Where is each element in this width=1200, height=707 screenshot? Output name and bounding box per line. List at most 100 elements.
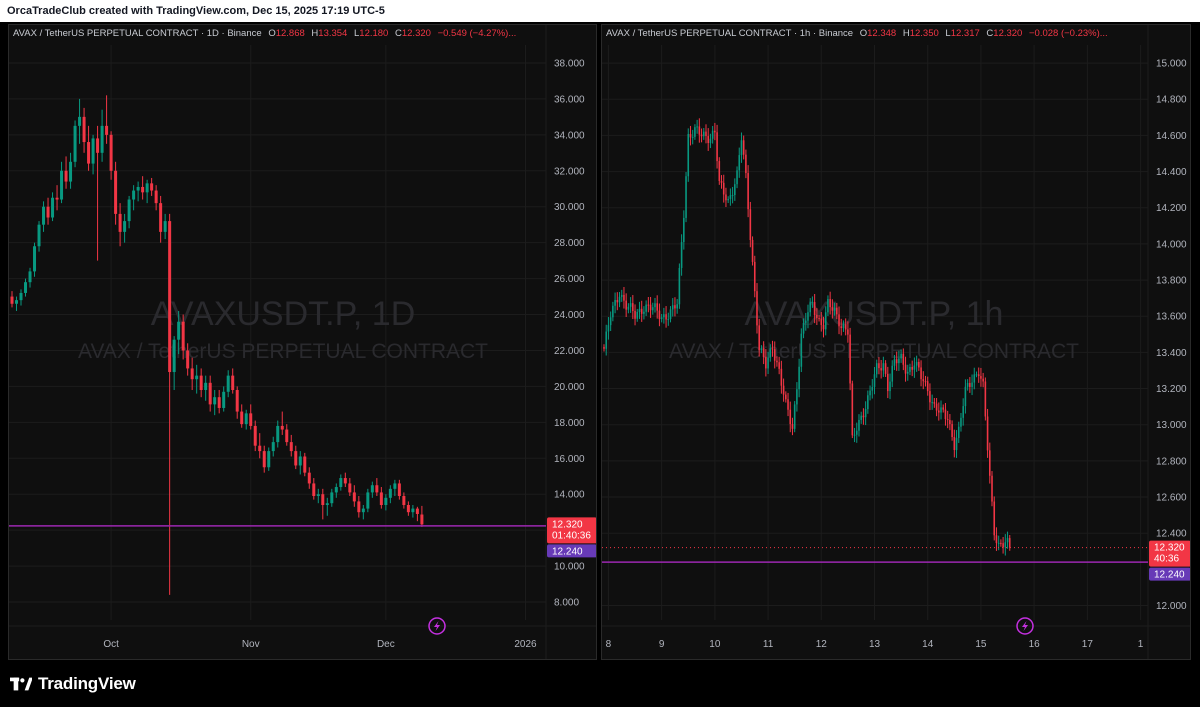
candle-body (776, 360, 778, 363)
y-tick-label: 12.800 (1156, 456, 1187, 467)
candle-body (698, 126, 701, 135)
change-value: −0.549 (−4.27%) (437, 28, 509, 39)
candle-body (627, 306, 630, 310)
brand-name: TradingView (38, 674, 136, 693)
candle-body (957, 426, 960, 438)
candle-body (132, 190, 136, 200)
candle-body (820, 318, 823, 325)
candle-body (325, 503, 329, 505)
candlestick-chart-daily[interactable]: 38.000 36.000 34.000 32.000 30.000 28.000 26.0… (9, 25, 597, 660)
candle-body (312, 483, 316, 497)
candle-body (991, 475, 993, 502)
candle-body (736, 170, 738, 185)
candle-body (809, 302, 812, 313)
y-tick-label: 28.000 (554, 238, 585, 249)
level-label: 12.240 (552, 546, 583, 557)
candle-body (415, 508, 419, 514)
candle-body (267, 451, 271, 468)
candle-body (873, 374, 876, 388)
candle-body (208, 382, 212, 405)
candle-body (667, 319, 670, 321)
candle-body (1008, 538, 1011, 548)
more-ellipsis[interactable]: ... (1100, 28, 1108, 39)
candle-body (64, 170, 68, 182)
candle-body (123, 221, 127, 232)
candle-body (988, 450, 991, 476)
candle-body (339, 478, 343, 488)
candle-body (685, 176, 687, 218)
y-tick-label: 8.000 (554, 598, 579, 609)
candle-body (869, 390, 871, 396)
candle-body (831, 307, 834, 311)
close-label: C (394, 28, 402, 39)
y-tick-label: 26.000 (554, 274, 585, 285)
candle-body (858, 419, 860, 431)
candle-body (625, 300, 627, 310)
candle-body (913, 365, 916, 370)
y-tick-label: 14.200 (1156, 203, 1187, 214)
y-tick-label: 24.000 (554, 310, 585, 321)
candle-body (647, 304, 650, 306)
candle-body (747, 173, 749, 210)
candle-body (676, 304, 678, 309)
candle-body (720, 180, 723, 183)
y-tick-label: 36.000 (554, 94, 585, 105)
candle-body (893, 359, 896, 366)
candle-body (231, 375, 235, 390)
candle-body (285, 429, 289, 443)
more-ellipsis[interactable]: ... (508, 28, 516, 39)
candle-body (384, 497, 388, 505)
candle-body (19, 292, 23, 301)
candle-body (689, 134, 692, 138)
chart-panel-daily[interactable]: 38.000 36.000 34.000 32.000 30.000 28.000 26.0… (8, 24, 597, 660)
candle-body (665, 314, 667, 320)
candle-body (827, 299, 829, 313)
y-tick-label: 10.000 (554, 562, 585, 573)
symbol-label[interactable]: AVAX / TetherUS PERPETUAL CONTRACT · 1D … (13, 28, 262, 39)
y-tick-label: 13.800 (1156, 276, 1187, 287)
tradingview-logo[interactable]: TradingView (10, 674, 136, 694)
candle-body (603, 346, 605, 349)
candle-body (906, 371, 909, 374)
candlestick-chart-hourly[interactable]: 15.000 14.800 14.600 14.400 14.200 14.000 13.8… (602, 25, 1191, 660)
candle-body (226, 375, 230, 392)
symbol-label[interactable]: AVAX / TetherUS PERPETUAL CONTRACT · 1h … (606, 28, 853, 39)
candle-body (69, 161, 73, 182)
candle-body (851, 383, 854, 436)
candle-body (316, 494, 320, 497)
x-tick-label: 1 (1138, 639, 1144, 650)
candle-body (942, 407, 945, 410)
chart-panel-hourly[interactable]: 15.000 14.800 14.600 14.400 14.200 14.000 13.8… (601, 24, 1191, 660)
candle-body (258, 445, 262, 452)
candle-body (700, 134, 703, 137)
candle-body (900, 353, 902, 359)
candle-body (674, 305, 676, 309)
candle-body (898, 358, 900, 364)
candle-body (833, 307, 836, 311)
y-tick-label: 30.000 (554, 202, 585, 213)
candle-body (177, 321, 181, 340)
candle-body (1004, 542, 1007, 548)
candle-body (656, 303, 659, 311)
y-tick-label: 22.000 (554, 346, 585, 357)
close-value: 12.320 (401, 28, 431, 39)
watermark-title: AVAXUSDT.P, 1D (151, 295, 416, 333)
candle-body (986, 416, 989, 451)
candle-body (280, 425, 284, 430)
y-tick-label: 14.800 (1156, 95, 1187, 106)
candle-body (694, 127, 696, 137)
candle-body (807, 312, 809, 321)
candle-body (168, 221, 172, 373)
candle-body (204, 382, 208, 390)
countdown-label: 01:40:36 (552, 530, 591, 541)
candle-body (100, 125, 104, 153)
candle-body (172, 339, 176, 373)
candle-body (406, 505, 410, 513)
candle-body (217, 397, 221, 408)
candle-body (28, 271, 32, 283)
candle-body (249, 413, 253, 426)
y-tick-label: 32.000 (554, 166, 585, 177)
candle-body (982, 378, 984, 382)
candle-body (271, 442, 275, 452)
x-tick-label: 10 (709, 639, 721, 650)
